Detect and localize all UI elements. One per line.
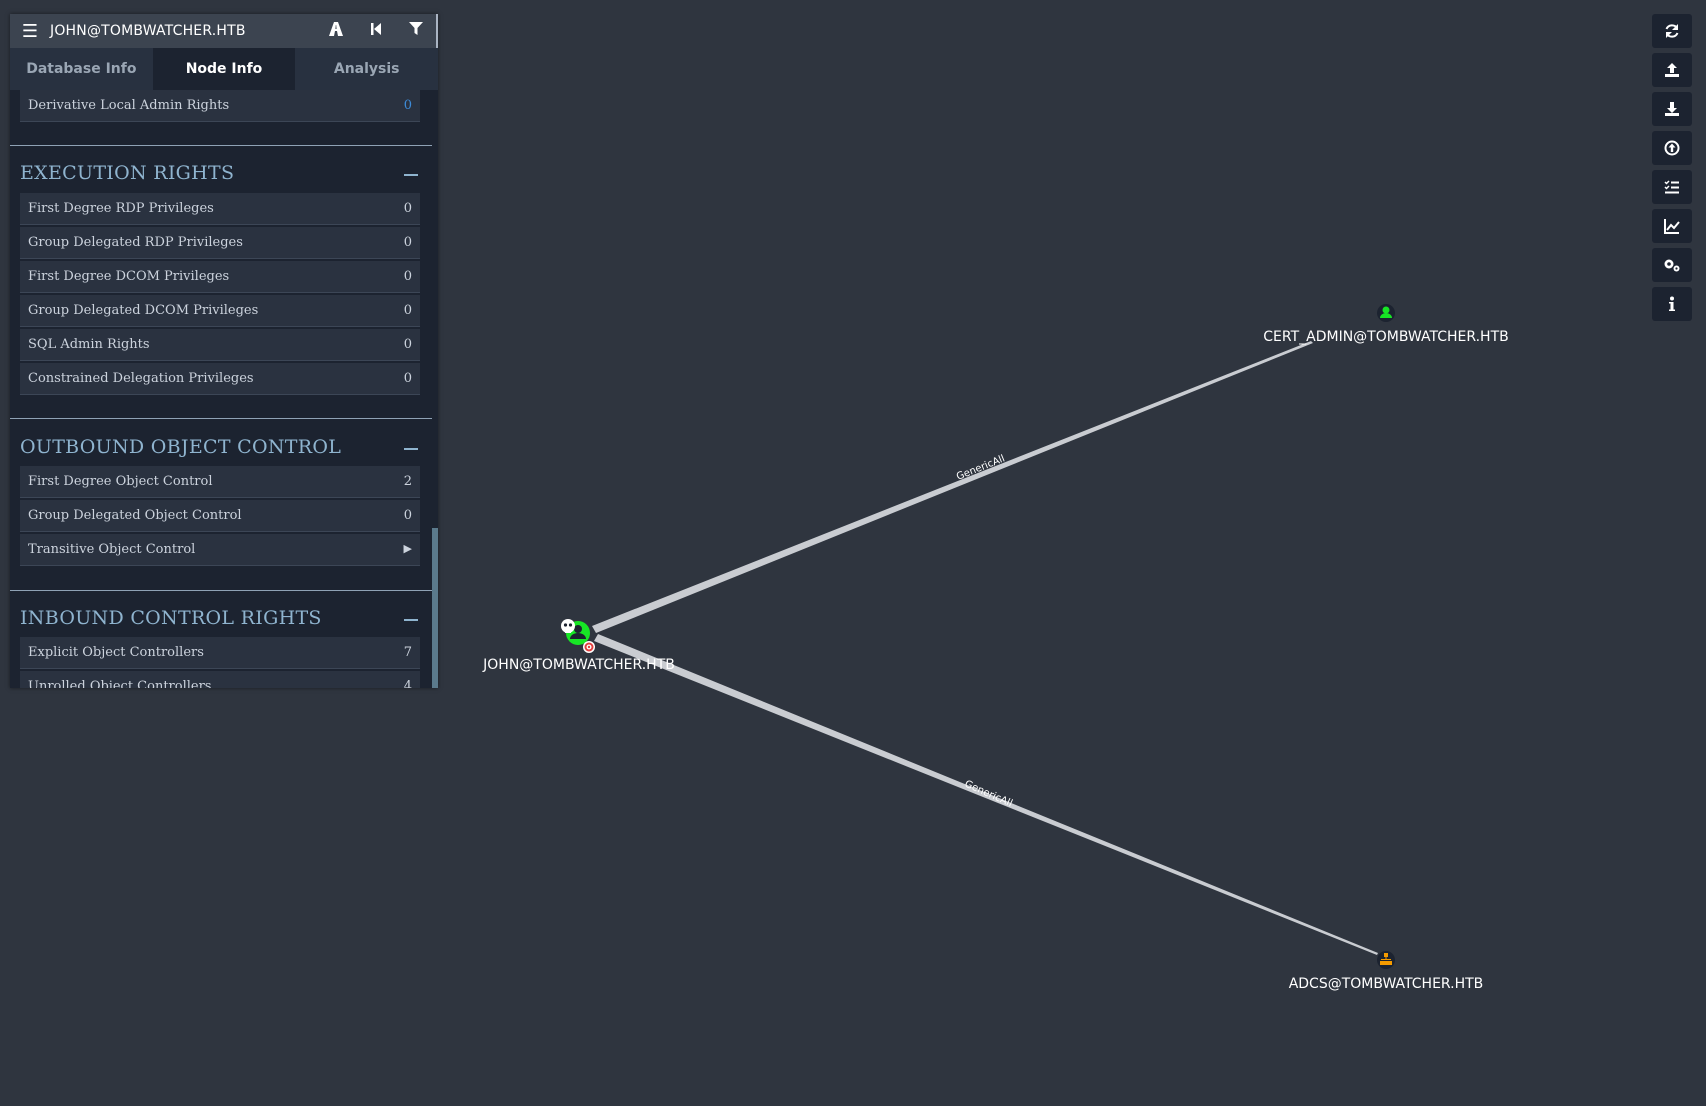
section-title-outbound: OUTBOUND OBJECT CONTROL — [20, 436, 342, 458]
node-john[interactable] — [561, 619, 595, 653]
node-adcs[interactable] — [1377, 951, 1395, 969]
node-cert-admin[interactable] — [1377, 304, 1395, 322]
node-label-adcs: ADCS@TOMBWATCHER.HTB — [1289, 976, 1484, 992]
search-input[interactable]: JOHN@TOMBWATCHER.HTB — [50, 23, 316, 39]
target-icon — [583, 641, 595, 653]
section-divider — [10, 590, 432, 591]
row-label: Derivative Local Admin Rights — [28, 98, 230, 113]
hamburger-icon[interactable]: ☰ — [10, 21, 50, 42]
row-value[interactable]: 0 — [404, 98, 412, 113]
panel-content[interactable]: Derivative Local Admin Rights 0 EXECUTIO… — [10, 90, 438, 688]
settings-icon[interactable] — [1652, 248, 1692, 282]
edge-label-adcs: GenericAll — [963, 779, 1014, 810]
row-group-delegated-object-control[interactable]: Group Delegated Object Control 0 — [20, 500, 420, 532]
expand-arrow-icon[interactable]: ▶ — [404, 542, 412, 555]
row-first-degree-dcom[interactable]: First Degree DCOM Privileges 0 — [20, 261, 420, 293]
row-value: 0 — [403, 201, 412, 216]
row-label: First Degree RDP Privileges — [28, 201, 214, 216]
filter-icon[interactable] — [396, 22, 436, 40]
row-first-degree-rdp[interactable]: First Degree RDP Privileges 0 — [20, 193, 420, 225]
row-label: Explicit Object Controllers — [28, 645, 204, 660]
row-value[interactable]: 2 — [404, 474, 412, 489]
row-group-delegated-dcom[interactable]: Group Delegated DCOM Privileges 0 — [20, 295, 420, 327]
tab-node-info[interactable]: Node Info — [152, 48, 296, 90]
pathfinding-icon[interactable] — [316, 22, 356, 40]
row-label: SQL Admin Rights — [28, 337, 150, 352]
upload-icon[interactable] — [1652, 53, 1692, 87]
row-label: First Degree DCOM Privileges — [28, 269, 230, 284]
collapse-icon[interactable] — [404, 174, 418, 176]
panel-tabs: Database Info Node Info Analysis — [10, 48, 438, 90]
row-label: Group Delegated RDP Privileges — [28, 235, 243, 250]
download-icon[interactable] — [1652, 92, 1692, 126]
info-icon[interactable] — [1652, 287, 1692, 321]
row-derivative-local-admin[interactable]: Derivative Local Admin Rights 0 — [20, 90, 420, 122]
row-label: Group Delegated DCOM Privileges — [28, 303, 259, 318]
row-constrained-delegation[interactable]: Constrained Delegation Privileges 0 — [20, 363, 420, 395]
row-value: 0 — [403, 337, 412, 352]
row-value[interactable]: 4 — [404, 679, 412, 688]
section-title-execution: EXECUTION RIGHTS — [20, 162, 235, 184]
row-explicit-object-controllers[interactable]: Explicit Object Controllers 7 — [20, 637, 420, 669]
node-label-john: JOHN@TOMBWATCHER.HTB — [482, 657, 675, 673]
tab-analysis[interactable]: Analysis — [295, 48, 438, 90]
back-icon[interactable] — [356, 22, 396, 40]
row-label: Transitive Object Control — [28, 542, 196, 557]
node-label-cert-admin: CERT_ADMIN@TOMBWATCHER.HTB — [1263, 329, 1509, 345]
scrollbar-thumb[interactable] — [432, 528, 438, 688]
row-value: 0 — [403, 303, 412, 318]
import-icon[interactable] — [1652, 131, 1692, 165]
row-label: Constrained Delegation Privileges — [28, 371, 254, 386]
row-value: 0 — [403, 371, 412, 386]
query-list-icon[interactable] — [1652, 170, 1692, 204]
row-transitive-object-control[interactable]: Transitive Object Control ▶ — [20, 534, 420, 566]
node-info-panel: ☰ JOHN@TOMBWATCHER.HTB Database Info Nod… — [10, 14, 438, 688]
tab-database-info[interactable]: Database Info — [10, 48, 153, 90]
row-value: 0 — [403, 508, 412, 523]
row-value: 0 — [403, 269, 412, 284]
row-label: Group Delegated Object Control — [28, 508, 242, 523]
row-value: 0 — [403, 235, 412, 250]
collapse-icon[interactable] — [404, 619, 418, 621]
refresh-icon[interactable] — [1652, 14, 1692, 48]
section-divider — [10, 418, 432, 419]
row-label: Unrolled Object Controllers — [28, 679, 212, 688]
chart-icon[interactable] — [1652, 209, 1692, 243]
row-value[interactable]: 7 — [404, 645, 412, 660]
search-bar: ☰ JOHN@TOMBWATCHER.HTB — [10, 14, 438, 48]
skull-icon — [561, 619, 575, 633]
row-sql-admin[interactable]: SQL Admin Rights 0 — [20, 329, 420, 361]
row-group-delegated-rdp[interactable]: Group Delegated RDP Privileges 0 — [20, 227, 420, 259]
row-first-degree-object-control[interactable]: First Degree Object Control 2 — [20, 466, 420, 498]
row-unrolled-object-controllers[interactable]: Unrolled Object Controllers 4 — [20, 671, 420, 688]
graph-toolbar — [1652, 14, 1692, 326]
edge-john-cert-admin[interactable] — [592, 341, 1313, 633]
section-title-inbound: INBOUND CONTROL RIGHTS — [20, 607, 322, 629]
section-divider — [10, 145, 432, 146]
row-label: First Degree Object Control — [28, 474, 213, 489]
collapse-icon[interactable] — [404, 448, 418, 450]
